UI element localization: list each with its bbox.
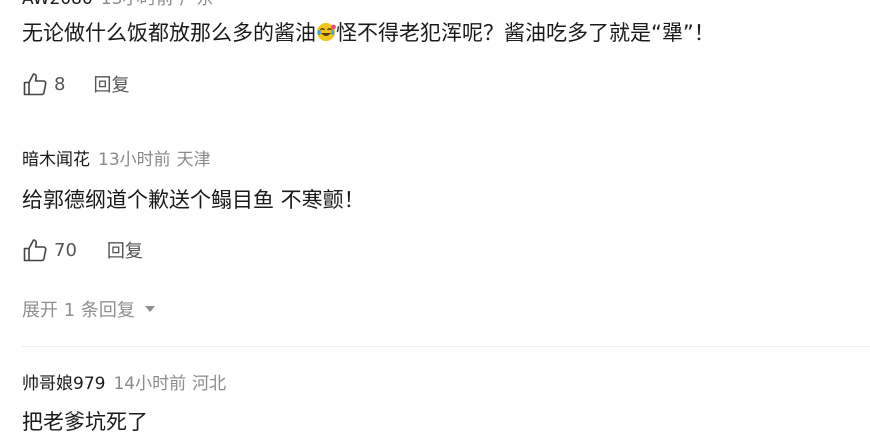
comment-author[interactable]: 帅哥娘979 (22, 374, 105, 394)
thumbs-up-icon (22, 71, 48, 97)
thumbs-up-icon (22, 237, 48, 263)
comment-text: 无论做什么饭都放那么多的酱油 怪不得老犯浑呢？酱油吃多了就是“犟”！ (22, 18, 715, 48)
comment-time: 13小时前 (98, 150, 171, 170)
comment-time: 13小时前 (101, 0, 174, 9)
comment-time: 14小时前 (113, 374, 187, 394)
comment-text-part: 无论做什么饭都放那么多的酱油 (22, 21, 316, 45)
comment-location: 广东 (179, 0, 213, 9)
laughing-tears-emoji-icon (316, 20, 336, 41)
expand-replies-button[interactable]: 展开 1 条回复 (22, 296, 155, 322)
comment-meta: 暗木闻花 13小时前 天津 (22, 148, 211, 172)
reply-button[interactable]: 回复 (107, 237, 143, 263)
expand-replies-label: 展开 1 条回复 (22, 300, 135, 321)
caret-down-icon (144, 306, 155, 312)
comment-meta: AW2080 13小时前广东 (22, 0, 213, 11)
comment-author[interactable]: 暗木闻花 (22, 150, 90, 170)
comment-text: 把老爹坑死了 (22, 410, 148, 434)
like-count: 70 (54, 239, 77, 261)
comment-meta: 帅哥娘979 14小时前 河北 (22, 372, 226, 396)
comment-actions: 8 回复 (22, 69, 129, 99)
comment-list: AW208013小时前广东 无论做什么饭都放那么多的酱油 怪不得老犯浑呢？酱油吃… (0, 0, 870, 442)
comment-location: 天津 (176, 150, 211, 170)
like-button[interactable]: 70 (22, 237, 77, 263)
like-button[interactable]: 8 (22, 71, 65, 97)
comment-divider (22, 346, 870, 347)
reply-button[interactable]: 回复 (93, 71, 129, 97)
comment-text: 给郭德纲道个歉送个鳎目鱼 不寒颤！ (22, 188, 365, 212)
like-count: 8 (54, 73, 66, 95)
comment-text-part: 怪不得老犯浑呢？酱油吃多了就是“犟”！ (336, 21, 715, 45)
comment-author[interactable]: AW2080 (22, 0, 93, 9)
comment-location: 河北 (192, 374, 227, 394)
comment-actions: 70 回复 (22, 235, 143, 265)
